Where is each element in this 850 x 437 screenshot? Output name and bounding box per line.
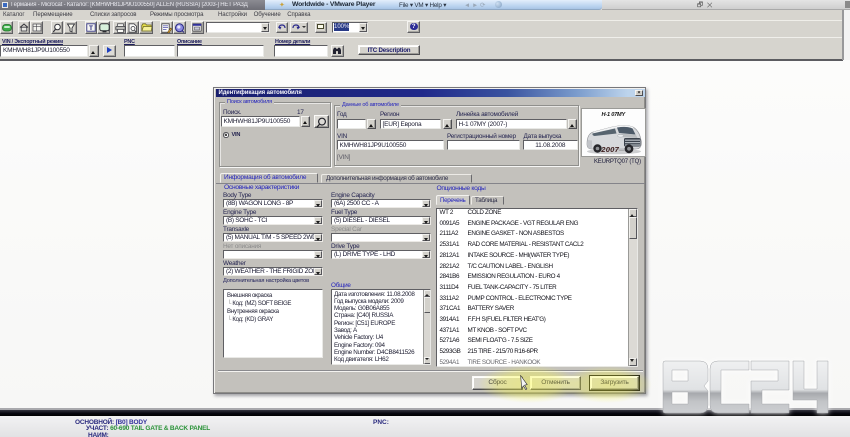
svg-text:T: T: [89, 25, 93, 32]
